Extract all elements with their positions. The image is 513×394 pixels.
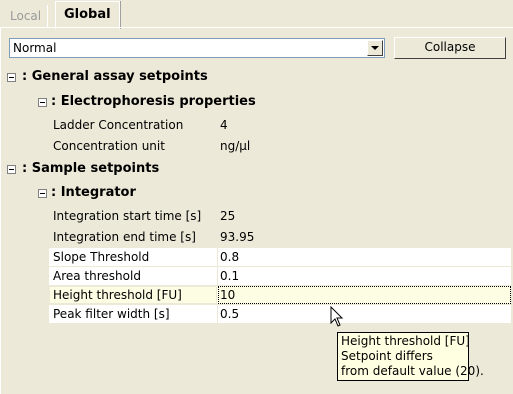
prop-value[interactable]: 0.8 [220, 248, 239, 267]
prop-value[interactable]: 0.5 [220, 305, 239, 324]
tab-global[interactable]: Global [55, 1, 120, 29]
prop-row-peak-filter-width[interactable]: Peak filter width [s] 0.5 [49, 305, 511, 324]
prop-row-integration-end: Integration end time [s] 93.95 [49, 228, 511, 247]
tab-strip: Local Global [0, 0, 513, 29]
collapse-toggle-icon[interactable] [7, 165, 16, 174]
mouse-pointer-icon [330, 306, 344, 327]
prop-row-slope-threshold[interactable]: Slope Threshold 0.8 [49, 248, 511, 267]
prop-value: 25 [220, 209, 236, 223]
group-electrophoresis-properties[interactable]: : Electrophoresis properties [51, 93, 256, 111]
prop-value-cell[interactable] [217, 267, 512, 285]
prop-value-cell[interactable] [218, 286, 511, 304]
collapse-toggle-icon[interactable] [38, 98, 47, 107]
prop-row-integration-start: Integration start time [s] 25 [49, 207, 511, 226]
prop-name: Height threshold [FU] [53, 288, 182, 302]
prop-name: Slope Threshold [53, 250, 150, 264]
prop-name: Integration end time [s] [53, 230, 196, 244]
prop-row-area-threshold[interactable]: Area threshold 0.1 [49, 267, 511, 286]
prop-value: ng/µl [220, 139, 251, 153]
prop-name: Peak filter width [s] [53, 307, 170, 321]
prop-value-cell[interactable] [217, 305, 512, 323]
group-sample-setpoints[interactable]: : Sample setpoints [22, 160, 159, 178]
prop-value: 4 [220, 118, 228, 132]
chevron-down-icon [371, 46, 379, 50]
prop-name: Concentration unit [53, 139, 165, 153]
prop-name: Integration start time [s] [53, 209, 202, 223]
prop-value[interactable]: 10 [220, 286, 235, 305]
prop-value[interactable]: 0.1 [220, 267, 239, 286]
dropdown-arrow-button[interactable] [367, 40, 383, 56]
tab-local[interactable]: Local [4, 5, 49, 27]
preset-select-value: Normal [13, 41, 57, 55]
group-general-assay-setpoints[interactable]: : General assay setpoints [22, 68, 208, 86]
tooltip: Height threshold [FU] Setpoint differs f… [337, 332, 484, 381]
prop-value: 93.95 [220, 230, 255, 244]
panel-border [0, 27, 1, 394]
tooltip-line: Setpoint differs [341, 349, 433, 363]
prop-name: Area threshold [53, 269, 141, 283]
collapse-button[interactable]: Collapse [394, 37, 506, 59]
collapse-toggle-icon[interactable] [38, 189, 47, 198]
tooltip-title: Height threshold [FU] [341, 334, 470, 348]
prop-value-cell[interactable] [217, 248, 512, 266]
prop-row-concentration-unit: Concentration unit ng/µl [49, 137, 511, 156]
preset-select[interactable]: Normal [9, 38, 385, 58]
prop-name: Ladder Concentration [53, 118, 184, 132]
collapse-toggle-icon[interactable] [7, 73, 16, 82]
group-integrator[interactable]: : Integrator [51, 184, 136, 202]
prop-row-ladder-concentration: Ladder Concentration 4 [49, 116, 511, 135]
prop-row-height-threshold[interactable]: Height threshold [FU] 10 [49, 286, 511, 305]
tab-divider [0, 27, 513, 28]
tooltip-line: from default value (20). [341, 364, 484, 378]
